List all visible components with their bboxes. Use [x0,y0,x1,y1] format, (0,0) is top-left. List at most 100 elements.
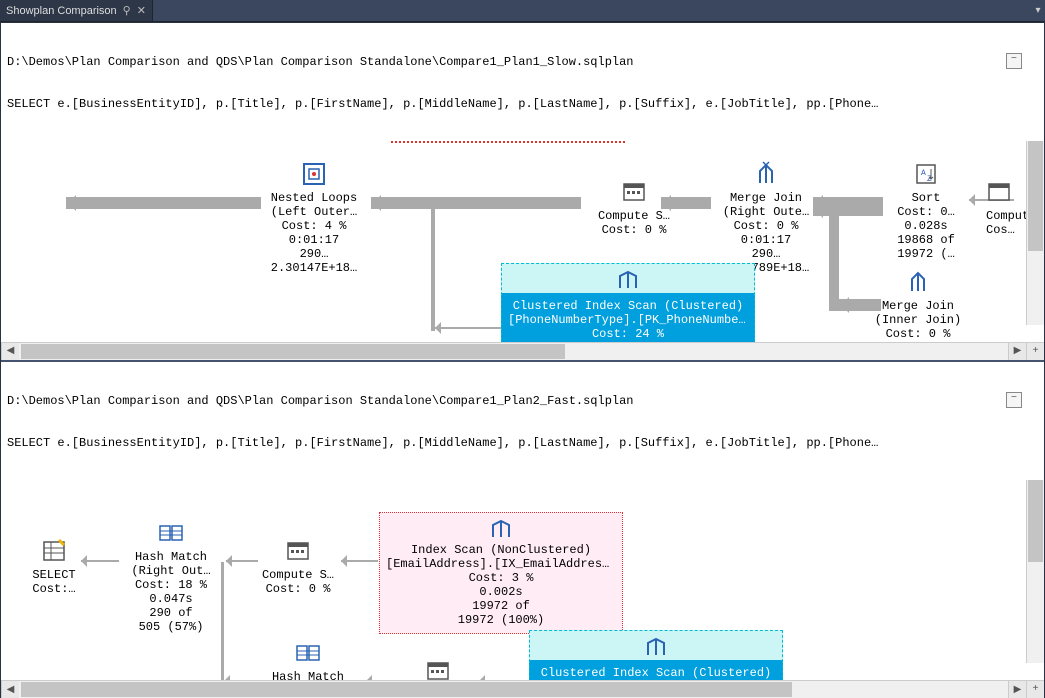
operator-label: Clustered Index Scan (Clustered) [536,666,776,680]
operator-compute-scalar[interactable]: Compute S… Cost: 0 % [253,538,343,596]
plan-canvas-bottom[interactable]: SELECT Cost:… Hash Match (Right Out… Cos… [1,480,1044,681]
tab-title: Showplan Comparison [6,5,117,17]
operator-stat: Cost: 0 % [863,327,973,341]
operator-label: SELECT [19,568,89,582]
select-icon [41,538,67,564]
connector-arrow [435,327,501,329]
operator-stat: Cost: 0 % [579,223,689,237]
plan-file-path: D:\Demos\Plan Comparison and QDS\Plan Co… [7,394,1038,408]
zoom-add-button[interactable]: + [1026,681,1044,698]
operator-stat: 0:01:17 [863,341,973,342]
operator-stat: 19868 of [881,233,971,247]
plan-query-text: SELECT e.[BusinessEntityID], p.[Title], … [7,97,1038,111]
tab-showplan-comparison[interactable]: Showplan Comparison ⚲ ✕ [0,0,153,21]
operator-compute-scalar[interactable]: Compute S… Cost: 0 % [579,179,689,237]
operator-stat: 0.005s [508,341,748,342]
scroll-left-icon[interactable]: ◀ [1,343,19,360]
scrollbar-thumb[interactable] [21,682,792,697]
operator-compute-scalar[interactable]: Compute S… Cost: 0 % [393,658,483,681]
scrollbar-thumb[interactable] [1028,480,1043,563]
operator-hash-match[interactable]: Hash Match (Right Out… Cost: 18 % 0.047s… [116,520,226,634]
plan-pane-bottom: D:\Demos\Plan Comparison and QDS\Plan Co… [1,362,1044,698]
vertical-scrollbar[interactable] [1026,480,1044,664]
title-bar: Showplan Comparison ⚲ ✕ ▾ [0,0,1045,22]
sort-icon: AZ [913,161,939,187]
close-icon[interactable]: ✕ [137,4,146,17]
operator-stat: 0.047s [116,592,226,606]
zoom-add-button[interactable]: + [1026,343,1044,360]
operator-label: Hash Match [116,550,226,564]
horizontal-scrollbar[interactable]: ◀ ▶ + [1,342,1044,360]
horizontal-scrollbar[interactable]: ◀ ▶ + [1,680,1044,698]
scroll-right-icon[interactable]: ▶ [1008,343,1026,360]
plan-header-top: D:\Demos\Plan Comparison and QDS\Plan Co… [1,23,1044,141]
operator-stat: 19972 of [386,599,616,613]
collapse-button[interactable]: − [1006,392,1022,408]
operator-sort[interactable]: AZ Sort Cost: 0… 0.028s 19868 of 19972 (… [881,161,971,261]
vertical-scrollbar[interactable] [1026,141,1044,325]
connector-arrow [829,201,839,311]
scroll-left-icon[interactable]: ◀ [1,681,19,698]
operator-stat: Cost: 3 % [386,571,616,585]
operator-nested-loops[interactable]: Nested Loops (Left Outer… Cost: 4 % 0:01… [259,161,369,275]
scrollbar-thumb[interactable] [1028,141,1043,251]
operator-stat: Cost: 18 % [116,578,226,592]
compute-scalar-icon [621,179,647,205]
operator-clustered-index-scan-body[interactable]: Clustered Index Scan (Clustered) [PhoneN… [529,660,783,681]
operator-clustered-index-scan-body[interactable]: Clustered Index Scan (Clustered) [PhoneN… [501,293,755,342]
operator-stat: Cost: 4 % [259,219,369,233]
operator-stat: Cost: 0… [881,205,971,219]
plan-query-text: SELECT e.[BusinessEntityID], p.[Title], … [7,436,1038,450]
compute-scalar-icon [986,179,1012,205]
compute-scalar-icon [285,538,311,564]
operator-sublabel: [EmailAddress].[IX_EmailAddress_… [386,557,616,571]
scrollbar-thumb[interactable] [21,344,565,359]
compute-scalar-icon [425,658,451,681]
connector-arrow [66,197,261,209]
plan-file-path: D:\Demos\Plan Comparison and QDS\Plan Co… [7,55,1038,69]
operator-select[interactable]: SELECT Cost:… [19,538,89,596]
operator-stat: 290 of [116,606,226,620]
operator-label: Merge Join [711,191,821,205]
operator-stat: 290… [259,247,369,261]
operator-stat: Cost:… [19,582,89,596]
operator-label: Clustered Index Scan (Clustered) [508,299,748,313]
operator-index-scan-highlighted[interactable]: Index Scan (NonClustered) [EmailAddress]… [379,512,623,634]
scroll-right-icon[interactable]: ▶ [1008,681,1026,698]
merge-join-icon [753,161,779,187]
operator-sublabel: (Right Oute… [711,205,821,219]
svg-text:A: A [921,169,926,178]
plan-header-bottom: D:\Demos\Plan Comparison and QDS\Plan Co… [1,362,1044,480]
operator-stat: Cost: 24 % [508,327,748,341]
hash-match-icon [158,520,184,546]
operator-label: Compute S… [253,568,343,582]
connector-arrow [341,560,378,562]
index-scan-icon [642,637,670,657]
operator-label: Sort [881,191,971,205]
operator-stat: 0:01:17 [259,233,369,247]
operator-stat: Cost: 0 % [711,219,821,233]
pin-icon[interactable]: ⚲ [123,4,131,17]
merge-join-icon [905,269,931,295]
operator-stat: 19972 (… [881,247,971,261]
operator-stat: 19972 (100%) [386,613,616,627]
plan-canvas-top[interactable]: Nested Loops (Left Outer… Cost: 4 % 0:01… [1,141,1044,342]
operator-hash-match[interactable]: Hash Match (Right Out… Cost: 0 % 0.034s … [253,640,363,681]
window-dropdown-icon[interactable]: ▾ [1031,0,1045,21]
operator-merge-join-inner[interactable]: Merge Join (Inner Join) Cost: 0 % 0:01:1… [863,269,973,342]
plan-pane-top: D:\Demos\Plan Comparison and QDS\Plan Co… [1,23,1044,362]
operator-label: Index Scan (NonClustered) [386,543,616,557]
connector-arrow [813,204,883,216]
operator-stat: Cost: 0 % [253,582,343,596]
content-area: D:\Demos\Plan Comparison and QDS\Plan Co… [0,22,1045,698]
operator-merge-join[interactable]: Merge Join (Right Oute… Cost: 0 % 0:01:1… [711,161,821,275]
connector-arrow [479,680,529,681]
operator-stat: 2.30147E+18… [259,261,369,275]
collapse-button[interactable]: − [1006,53,1022,69]
operator-stat: 0.028s [881,219,971,233]
index-scan-icon [487,519,515,539]
operator-stat: 0:01:17 [711,233,821,247]
operator-stat: 290… [711,247,821,261]
index-scan-icon [614,270,642,290]
operator-label: Compute S… [579,209,689,223]
